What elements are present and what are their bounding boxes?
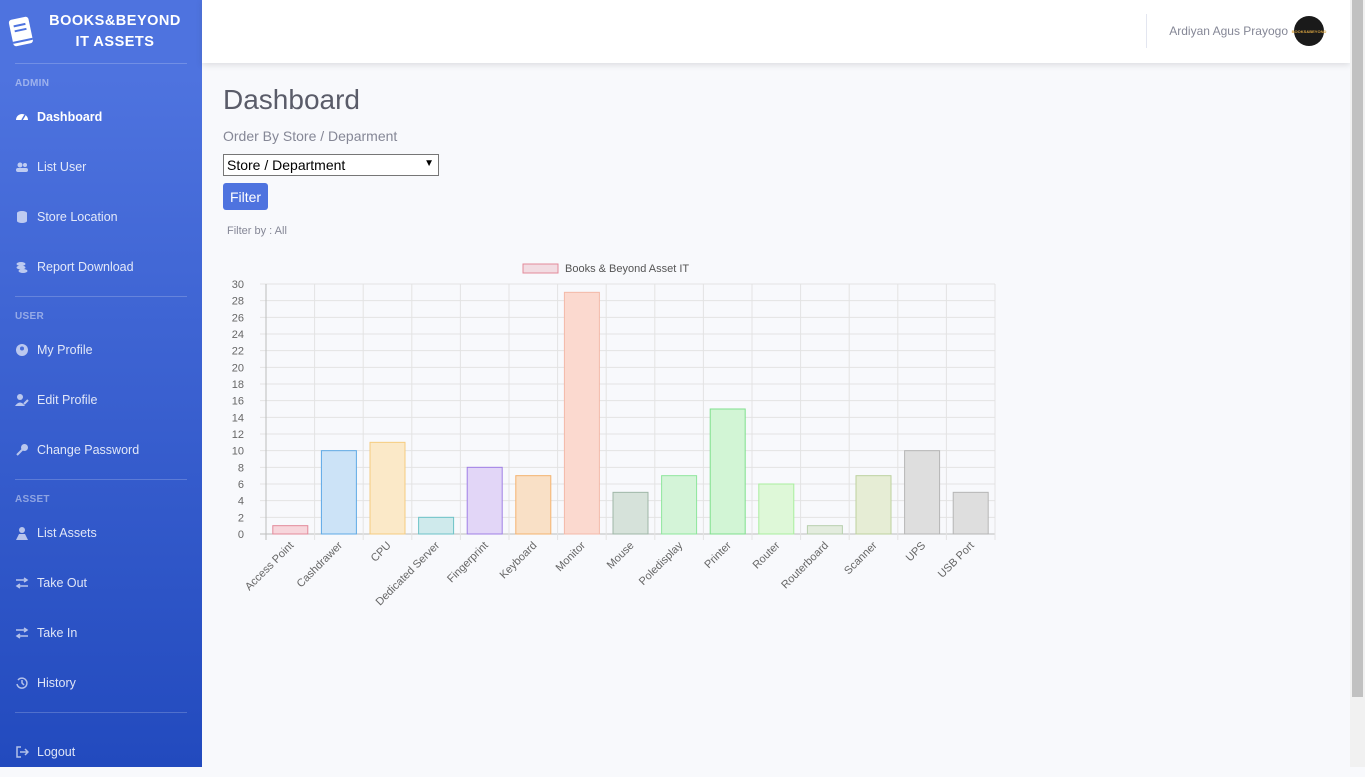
bar: [661, 475, 698, 535]
x-tick-label: Access Point: [243, 540, 296, 593]
avatar[interactable]: BOOKS&BEYOND: [1291, 16, 1327, 46]
x-tick-label: Mouse: [605, 540, 637, 572]
x-tick-label: USB Port: [936, 540, 977, 581]
bar: [904, 450, 941, 535]
y-tick-label: 10: [232, 446, 244, 458]
y-tick-label: 0: [238, 529, 244, 541]
x-tick-label: Router: [751, 539, 783, 571]
y-tick-label: 2: [238, 512, 244, 524]
y-tick-label: 4: [238, 496, 244, 508]
y-tick-label: 30: [232, 279, 244, 291]
x-tick-label: Scanner: [842, 539, 880, 577]
bar: [806, 525, 843, 535]
x-tick-label: Fingerprint: [445, 540, 491, 586]
bar: [952, 491, 989, 535]
bar: [855, 475, 892, 535]
y-tick-label: 14: [232, 412, 244, 424]
sidebar-item-label: Logout: [37, 745, 76, 759]
scrollbar-thumb[interactable]: [1352, 0, 1363, 697]
x-tick-label: Poledisplay: [637, 539, 686, 588]
bar: [272, 525, 309, 535]
x-tick-label: Monitor: [554, 539, 589, 574]
y-tick-label: 24: [232, 329, 244, 341]
sidebar-item-history[interactable]: History: [0, 658, 202, 708]
bar: [758, 483, 795, 535]
y-tick-label: 18: [232, 379, 244, 391]
bar: [612, 491, 649, 535]
x-tick-label: UPS: [904, 540, 928, 564]
history-icon: [15, 676, 29, 690]
y-tick-label: 20: [232, 362, 244, 374]
y-tick-label: 28: [232, 296, 244, 308]
y-tick-label: 12: [232, 429, 244, 441]
x-tick-label: CPU: [369, 540, 394, 565]
asset-bar-chart: 024681012141618202224262830Access PointC…: [232, 263, 996, 608]
x-tick-label: Printer: [702, 539, 734, 571]
y-tick-label: 8: [238, 462, 244, 474]
y-tick-label: 22: [232, 346, 244, 358]
x-tick-label: Cashdrawer: [295, 539, 346, 590]
x-tick-label: Routerboard: [779, 540, 831, 592]
sidebar-item-logout[interactable]: Logout: [0, 727, 202, 777]
bar: [563, 291, 600, 535]
bar: [320, 450, 357, 535]
user-name[interactable]: Ardiyan Agus Prayogo: [1169, 24, 1288, 38]
legend-swatch: [522, 263, 559, 274]
legend-label: Books & Beyond Asset IT: [565, 263, 689, 275]
sidebar-divider: [15, 712, 187, 713]
sign-out-icon: [15, 745, 29, 759]
bar: [369, 441, 406, 535]
y-tick-label: 6: [238, 479, 244, 491]
topbar-divider: [1146, 14, 1147, 48]
x-tick-label: Keyboard: [498, 540, 540, 582]
y-tick-label: 16: [232, 396, 244, 408]
sidebar-item-label: History: [37, 676, 76, 690]
bar: [515, 475, 552, 535]
y-tick-label: 26: [232, 312, 244, 324]
bar: [709, 408, 746, 535]
avatar-logo-text: BOOKS&BEYOND: [1291, 28, 1327, 34]
bar: [466, 466, 503, 535]
bar: [418, 516, 455, 535]
